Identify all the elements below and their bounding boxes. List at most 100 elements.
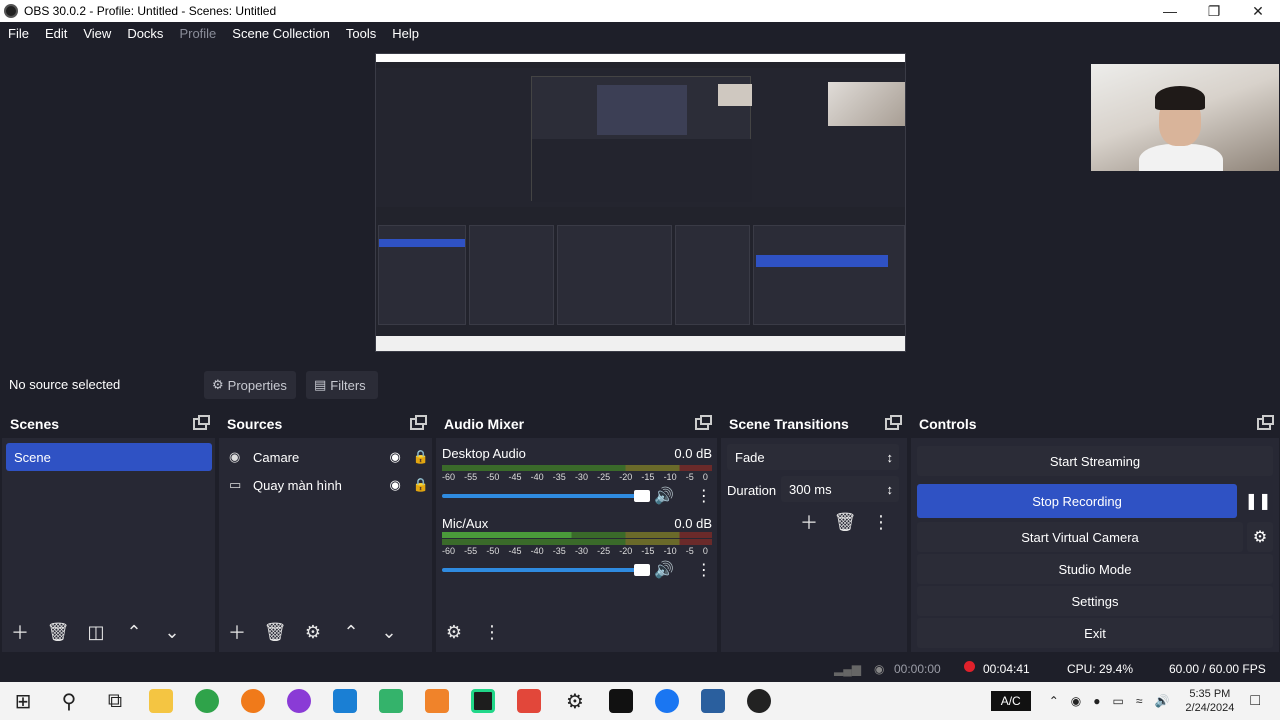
add-transition-icon[interactable]: ＋ [795,508,823,536]
settings-button[interactable]: Settings [917,586,1273,616]
search-icon[interactable]: ⚲ [46,682,92,720]
zalo-icon[interactable] [644,682,690,720]
meter-ticks: -60 -55 -50 -45 -40 -35 -30 -25 -20 -15 -10 -5 0 [442,546,708,556]
undock-icon[interactable] [695,415,712,430]
eye-icon[interactable]: ◉ [389,449,400,465]
undock-icon[interactable] [193,415,210,430]
transition-menu-icon[interactable]: ⋮ [867,508,895,536]
source-properties-icon[interactable]: ⚙ [299,618,327,646]
stop-recording-button[interactable]: Stop Recording [917,484,1237,518]
preview-area[interactable] [0,44,1280,364]
monitor-icon: ▭ [229,477,242,492]
scene-list-item[interactable]: Scene [6,443,212,471]
wifi-icon[interactable]: ≈ [1136,694,1143,708]
pause-icon[interactable]: ❚❚ [1243,486,1273,516]
firefox-icon[interactable] [230,682,276,720]
filters-button[interactable]: ▤ Filters [306,371,378,399]
scene-transitions-header: Scene Transitions [721,410,907,438]
advanced-audio-icon[interactable]: ⚙ [440,618,468,646]
start-streaming-button[interactable]: Start Streaming [917,446,1273,476]
sublime-icon[interactable] [414,682,460,720]
task-view-icon[interactable]: ⧉ [92,682,138,720]
undock-icon[interactable] [1257,415,1274,430]
transition-select[interactable]: Fade ↕ [727,444,899,470]
source-row-camera[interactable]: ◉ Camare ◉ 🔒 [229,444,429,470]
camera-icon: ◉ [229,449,241,464]
exit-button[interactable]: Exit [917,618,1273,648]
camera-tray-icon: ◉ [1070,694,1082,708]
input-method-indicator[interactable]: A/C [990,691,1031,711]
battery-icon[interactable]: ▭ [1113,694,1124,708]
move-up-icon[interactable]: ⌃ [120,618,148,646]
menu-edit[interactable]: Edit [37,26,75,41]
more-options-icon[interactable]: ⋮ [696,486,712,506]
remove-source-icon[interactable]: 🗑 [261,618,289,646]
volume-meter [442,532,712,538]
undock-icon[interactable] [410,415,427,430]
menu-view[interactable]: View [75,26,119,41]
duration-spinbox[interactable]: 300 ms ↕ [781,476,899,502]
start-virtual-camera-button[interactable]: Start Virtual Camera [917,522,1243,552]
preview-nested-menubar [376,62,905,68]
properties-button[interactable]: ⚙ Properties [204,371,296,399]
speaker-icon[interactable]: 🔊 [654,486,674,506]
move-down-icon[interactable]: ⌄ [158,618,186,646]
menu-tools[interactable]: Tools [338,26,384,41]
eye-icon[interactable]: ◉ [389,477,400,493]
preview-nested-webcam [718,84,752,106]
menu-docks[interactable]: Docks [119,26,171,41]
windows-start-icon[interactable]: ⊞ [0,682,46,720]
gear-icon[interactable]: ⚙ [1247,522,1273,552]
clock[interactable]: 5:35 PM 2/24/2024 [1185,687,1234,715]
terminal-icon[interactable] [598,682,644,720]
menu-help[interactable]: Help [384,26,427,41]
pycharm-icon[interactable] [460,682,506,720]
move-up-icon[interactable]: ⌃ [337,618,365,646]
speaker-icon[interactable]: 🔊 [654,560,674,580]
restore-icon[interactable]: ❐ [1192,3,1236,20]
volume-meter [442,465,712,471]
minimize-icon[interactable]: — [1148,3,1192,19]
audio-mixer-header: Audio Mixer [436,410,717,438]
chevron-up-icon[interactable]: ⌃ [1049,694,1059,708]
notification-icon[interactable]: □ [1250,692,1260,710]
source-label: Camare [253,449,300,465]
draw-app-icon[interactable] [506,682,552,720]
volume-slider[interactable] [442,490,650,502]
volume-slider[interactable] [442,564,650,576]
lock-icon[interactable]: 🔒 [413,477,429,493]
source-toolbar: No source selected ⚙ Properties ▤ Filter… [0,364,1280,406]
obs-taskbar-icon[interactable] [736,682,782,720]
microphone-icon: ● [1093,694,1101,708]
chrome-icon[interactable] [184,682,230,720]
vscode-icon[interactable] [322,682,368,720]
more-options-icon[interactable]: ⋮ [696,560,712,580]
menu-scene-collection[interactable]: Scene Collection [224,26,338,41]
scene-filters-icon[interactable]: ◫ [82,618,110,646]
remove-scene-icon[interactable]: 🗑 [44,618,72,646]
menu-file[interactable]: File [0,26,37,41]
preview-canvas[interactable] [375,53,906,352]
window-title: OBS 30.0.2 - Profile: Untitled - Scenes:… [24,4,277,18]
spin-arrows-icon[interactable]: ↕ [887,482,894,497]
lock-icon[interactable]: 🔒 [413,449,429,465]
fps-readout: 60.00 / 60.00 FPS [1169,662,1266,676]
file-explorer-icon[interactable] [138,682,184,720]
source-row-screen[interactable]: ▭ Quay màn hình ◉ 🔒 [229,472,429,498]
visual-studio-icon[interactable] [368,682,414,720]
messenger-icon[interactable] [276,682,322,720]
move-down-icon[interactable]: ⌄ [375,618,403,646]
add-source-icon[interactable]: ＋ [223,618,251,646]
menu-profile[interactable]: Profile [171,26,224,41]
remove-transition-icon[interactable]: 🗑 [831,508,859,536]
speaker-tray-icon[interactable]: 🔊 [1154,694,1169,708]
close-icon[interactable]: ✕ [1236,3,1280,20]
mixer-channel-desktop: Desktop Audio 0.0 dB -60 -55 -50 -45 -40 -35-… [442,446,712,506]
undock-icon[interactable] [885,415,902,430]
channel-name: Desktop Audio [442,446,526,461]
mixer-menu-icon[interactable]: ⋮ [478,618,506,646]
download-app-icon[interactable] [690,682,736,720]
settings-icon[interactable]: ⚙ [552,682,598,720]
add-scene-icon[interactable]: ＋ [6,618,34,646]
studio-mode-button[interactable]: Studio Mode [917,554,1273,584]
